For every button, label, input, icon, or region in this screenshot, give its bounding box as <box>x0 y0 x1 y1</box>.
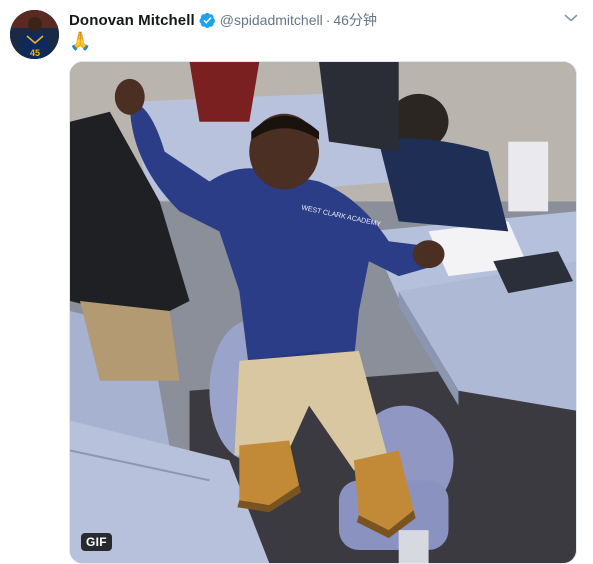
avatar-image: 45 <box>10 10 59 59</box>
separator-dot: · <box>325 12 331 28</box>
gif-badge: GIF <box>81 533 112 551</box>
gif-frame-image: WEST CLARK ACADEMY <box>70 62 576 563</box>
user-handle[interactable]: @spidadmitchell <box>220 12 323 28</box>
tweet-timestamp[interactable]: 46分钟 <box>333 10 377 30</box>
verified-badge-icon <box>199 12 216 29</box>
tweet[interactable]: 45 Donovan Mitchell @spidadmitchell · 46… <box>0 0 593 564</box>
tweet-media-gif[interactable]: WEST CLARK ACADEMY GIF <box>69 61 577 564</box>
tweet-text: 🙏 <box>69 31 92 51</box>
avatar-jersey-number: 45 <box>30 48 40 58</box>
chevron-down-icon[interactable] <box>563 10 579 26</box>
tweet-header: Donovan Mitchell @spidadmitchell · 46分钟 <box>69 9 377 31</box>
display-name[interactable]: Donovan Mitchell <box>69 12 195 29</box>
avatar[interactable]: 45 <box>10 10 59 59</box>
